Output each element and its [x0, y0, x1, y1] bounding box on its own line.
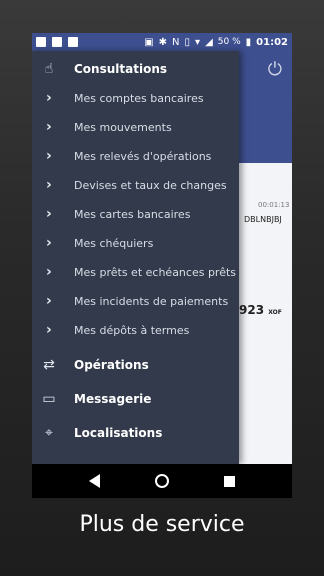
vibrate-icon: ▯: [184, 36, 191, 48]
status-bar: ▣ ✱ N ▯ ▾ ◢ 50 % ▮ 01:02: [32, 33, 292, 51]
chevron-right-icon: ›: [46, 90, 52, 106]
image-icon: [52, 37, 62, 47]
chevron-right-icon: ›: [46, 293, 52, 309]
nfc-icon: N: [172, 36, 180, 48]
battery-level: 50 %: [217, 37, 241, 47]
menu-item-releves[interactable]: › Mes relevés d'opérations: [32, 145, 239, 167]
chevron-right-icon: ›: [46, 119, 52, 135]
menu-item-chequiers[interactable]: › Mes chéquiers: [32, 232, 239, 254]
menu-item-label: Devises et taux de changes: [74, 178, 227, 192]
menu-item-label: Mes incidents de paiements: [74, 294, 229, 308]
menu-item-label: Mes relevés d'opérations: [74, 149, 212, 163]
section-messagerie[interactable]: ▭ Messagerie: [32, 387, 239, 411]
location-pin-icon: ⌖: [45, 425, 53, 441]
menu-item-label: Mes cartes bancaires: [74, 207, 191, 221]
battery-icon: ▮: [245, 36, 252, 48]
chevron-right-icon: ›: [46, 177, 52, 193]
menu-item-incidents[interactable]: › Mes incidents de paiements: [32, 290, 239, 312]
section-localisations[interactable]: ⌖ Localisations: [32, 421, 239, 445]
menu-item-devises[interactable]: › Devises et taux de changes: [32, 174, 239, 196]
menu-item-label: Mes comptes bancaires: [74, 91, 204, 105]
background-time: 00:01:13: [258, 201, 290, 209]
section-label: Messagerie: [74, 392, 152, 406]
hand-coin-icon: ☝: [44, 61, 54, 77]
chat-icon: ▭: [42, 391, 56, 407]
section-label: Localisations: [74, 426, 163, 440]
cast-icon: ▣: [144, 36, 154, 48]
back-icon[interactable]: [89, 474, 101, 488]
section-consultations[interactable]: ☝ Consultations: [32, 57, 239, 81]
chevron-right-icon: ›: [46, 322, 52, 338]
power-icon[interactable]: ⏻: [268, 59, 282, 80]
clock: 01:02: [256, 36, 288, 48]
background-code: DBLNBJBJ: [244, 215, 282, 224]
section-label: Opérations: [74, 358, 149, 372]
recent-apps-icon[interactable]: [223, 475, 235, 487]
chevron-right-icon: ›: [46, 264, 52, 280]
menu-item-depots[interactable]: › Mes dépôts à termes: [32, 319, 239, 341]
menu-item-comptes[interactable]: › Mes comptes bancaires: [32, 87, 239, 109]
menu-item-label: Mes prêts et echéances prêts: [74, 265, 237, 279]
android-nav-bar: [32, 464, 292, 498]
signal-icon: ◢: [205, 36, 213, 48]
phone-screen: ▣ ✱ N ▯ ▾ ◢ 50 % ▮ 01:02 ⏻ 00:01:13 DBLN…: [32, 33, 292, 498]
section-label: Consultations: [74, 62, 168, 76]
promo-caption: Plus de service: [79, 512, 245, 537]
wifi-icon: ▾: [195, 36, 201, 48]
menu-item-label: Mes dépôts à termes: [74, 323, 190, 337]
chevron-right-icon: ›: [46, 206, 52, 222]
menu-item-mouvements[interactable]: › Mes mouvements: [32, 116, 239, 138]
chevron-right-icon: ›: [46, 148, 52, 164]
notification-icon: [36, 37, 46, 47]
menu-item-prets[interactable]: › Mes prêts et echéances prêts: [32, 261, 239, 283]
menu-item-cartes[interactable]: › Mes cartes bancaires: [32, 203, 239, 225]
menu-item-label: Mes chéquiers: [74, 236, 154, 250]
menu-item-label: Mes mouvements: [74, 120, 172, 134]
section-operations[interactable]: ⇄ Opérations: [32, 353, 239, 377]
home-icon[interactable]: [154, 474, 169, 488]
chevron-right-icon: ›: [46, 235, 52, 251]
navigation-drawer: ☝ Consultations › Mes comptes bancaires …: [32, 51, 239, 464]
bluetooth-icon: ✱: [158, 36, 168, 48]
background-amount: 923 XOF: [239, 303, 282, 317]
swap-arrows-icon: ⇄: [43, 357, 55, 373]
shield-icon: [68, 37, 78, 47]
